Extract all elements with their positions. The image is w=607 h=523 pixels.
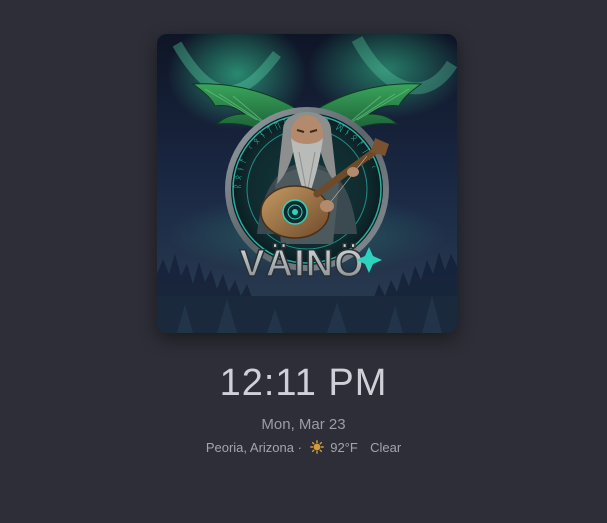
weather-bar[interactable]: Peoria, Arizona · 92°F Clear <box>0 439 607 455</box>
clock-date: Mon, Mar 23 <box>261 416 346 433</box>
vaino-artwork: ᚱᛟᚾᚨ ᚲᛟᚾᛏᛖᚱ ᚷᛚᛟᚠ ᛞᚾᛟᚨᛁᚾᚲ <box>157 34 457 333</box>
weather-separator: · <box>297 440 302 456</box>
album-art[interactable]: ᚱᛟᚾᚨ ᚲᛟᚾᛏᛖᚱ ᚷᛚᛟᚠ ᛞᚾᛟᚨᛁᚾᚲ <box>157 34 457 333</box>
sun-icon <box>309 439 324 454</box>
vaino-logo: VÄINÖ <box>239 241 382 286</box>
svg-text:VÄINÖ: VÄINÖ <box>239 242 364 285</box>
weather-location: Peoria, Arizona <box>205 440 294 456</box>
weather-condition: Clear <box>370 440 402 456</box>
weather-temperature: 92°F <box>330 440 358 456</box>
screen: ᚱᛟᚾᚨ ᚲᛟᚾᛏᛖᚱ ᚷᛚᛟᚠ ᛞᚾᛟᚨᛁᚾᚲ <box>0 0 607 523</box>
clock-time: 12:11 PM <box>219 362 388 404</box>
